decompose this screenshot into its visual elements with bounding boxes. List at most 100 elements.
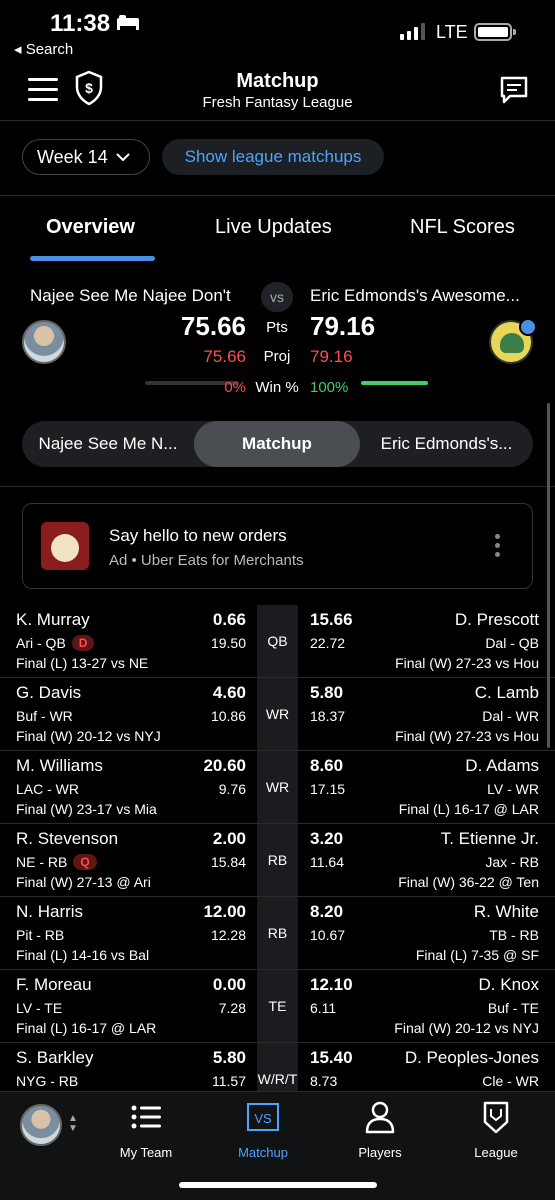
tab-nfl-scores[interactable]: NFL Scores bbox=[410, 216, 515, 239]
right-player-score: 12.10 bbox=[310, 975, 353, 994]
left-player-name[interactable]: R. Stevenson bbox=[16, 829, 118, 849]
left-player-name[interactable]: N. Harris bbox=[16, 902, 83, 922]
segment-matchup[interactable]: Matchup bbox=[194, 421, 360, 467]
status-bar: 11:38 ◂ Search LTE bbox=[0, 0, 555, 64]
right-team-avatar[interactable] bbox=[489, 318, 537, 364]
ad-banner[interactable]: Say hello to new orders Ad • Uber Eats f… bbox=[22, 503, 533, 589]
matchup-row[interactable]: K. Murray Ari - QB D Final (L) 13-27 vs NE 0… bbox=[0, 605, 555, 678]
matchup-row[interactable]: F. Moreau LV - TE Final (L) 16-17 @ LAR 0.0… bbox=[0, 970, 555, 1043]
left-player-game-status: Final (W) 23-17 vs Mia bbox=[16, 801, 157, 817]
ad-title: Say hello to new orders bbox=[109, 526, 287, 545]
left-player-projection: 7.28 bbox=[218, 1000, 246, 1016]
right-player-projection: 11.64 bbox=[310, 854, 344, 870]
right-player-game-status: Final (W) 27-23 vs Hou bbox=[395, 655, 539, 671]
left-player-team-text: NE - RB bbox=[16, 854, 68, 870]
more-options-icon[interactable] bbox=[495, 534, 501, 560]
right-player-team: Jax - RB bbox=[485, 854, 539, 870]
nav-matchup[interactable]: VS Matchup bbox=[213, 1100, 313, 1160]
right-player-score: 5.80 bbox=[310, 683, 344, 702]
sleep-focus-icon bbox=[117, 15, 139, 30]
network-label: LTE bbox=[436, 22, 468, 42]
right-player-game-status: Final (W) 36-22 @ Ten bbox=[398, 874, 539, 890]
segment-right-team[interactable]: Eric Edmonds's... bbox=[360, 421, 533, 467]
left-player-name[interactable]: S. Barkley bbox=[16, 1048, 93, 1068]
tab-overview[interactable]: Overview bbox=[46, 216, 135, 239]
left-player-team: NYG - RB bbox=[16, 1073, 78, 1089]
left-player-name[interactable]: F. Moreau bbox=[16, 975, 92, 995]
left-player-game-status: Final (L) 14-16 vs Bal bbox=[16, 947, 150, 963]
left-player-game-status: Final (W) 20-12 vs NYJ bbox=[16, 728, 161, 744]
nav-players[interactable]: Players bbox=[330, 1100, 430, 1160]
battery-icon bbox=[474, 23, 516, 41]
right-player-projection: 8.73 bbox=[310, 1073, 338, 1089]
team-switcher-avatar[interactable] bbox=[20, 1104, 62, 1146]
tab-bar: Overview Live Updates NFL Scores bbox=[0, 212, 555, 262]
player-rows: K. Murray Ari - QB D Final (L) 13-27 vs NE 0… bbox=[0, 605, 555, 1091]
ad-subtitle: Ad • Uber Eats for Merchants bbox=[109, 552, 304, 569]
matchup-row[interactable]: G. Davis Buf - WR Final (W) 20-12 vs NYJ 4.… bbox=[0, 678, 555, 751]
vs-badge: vs bbox=[261, 282, 293, 312]
right-player-team: Dal - WR bbox=[482, 708, 539, 724]
right-player-name[interactable]: D. Adams bbox=[465, 756, 539, 776]
right-player-name[interactable]: C. Lamb bbox=[475, 683, 539, 703]
tab-live-updates[interactable]: Live Updates bbox=[215, 216, 332, 239]
left-player-score: 2.00 bbox=[212, 829, 246, 848]
nav-label: League bbox=[474, 1145, 518, 1160]
left-player-team: LAC - WR bbox=[16, 781, 79, 797]
right-player-team: TB - RB bbox=[489, 927, 539, 943]
matchup-row[interactable]: R. Stevenson NE - RB Q Final (W) 27-13 @ Ar… bbox=[0, 824, 555, 897]
right-team-points: 79.16 bbox=[310, 311, 376, 341]
left-player-score: 0.66 bbox=[212, 610, 246, 629]
projected-label: Proj bbox=[263, 348, 291, 365]
left-team-name[interactable]: Najee See Me Najee Don't bbox=[30, 286, 231, 306]
right-player-score: 15.66 bbox=[310, 610, 353, 629]
trophy-shield-icon bbox=[483, 1101, 509, 1134]
right-player-name[interactable]: D. Prescott bbox=[455, 610, 539, 630]
roster-view-segment: Najee See Me N... Matchup Eric Edmonds's… bbox=[22, 421, 533, 467]
nav-my-team[interactable]: My Team bbox=[96, 1100, 196, 1160]
matchup-row[interactable]: N. Harris Pit - RB Final (L) 14-16 vs Bal 1… bbox=[0, 897, 555, 970]
divider bbox=[0, 120, 555, 121]
left-player-team: LV - TE bbox=[16, 1000, 62, 1016]
left-player-team-text: LAC - WR bbox=[16, 781, 79, 797]
scrollbar[interactable] bbox=[547, 403, 550, 748]
right-player-game-status: Final (W) 27-23 vs Hou bbox=[395, 728, 539, 744]
week-selector[interactable]: Week 14 bbox=[22, 139, 150, 175]
left-team-points: 75.66 bbox=[180, 311, 246, 341]
left-player-team: Buf - WR bbox=[16, 708, 73, 724]
win-pct-label: Win % bbox=[255, 379, 299, 396]
position-label: W/R/T bbox=[257, 1071, 298, 1087]
left-team-avatar[interactable] bbox=[22, 320, 66, 364]
clock: 11:38 bbox=[50, 10, 111, 37]
chat-icon[interactable] bbox=[498, 74, 530, 106]
matchup-row[interactable]: S. Barkley NYG - RB 5.80 11.57 W/R/T 15.40 8.7… bbox=[0, 1043, 555, 1091]
matchup-row[interactable]: M. Williams LAC - WR Final (W) 23-17 vs Mi… bbox=[0, 751, 555, 824]
left-player-name[interactable]: M. Williams bbox=[16, 756, 103, 776]
right-player-team: Cle - WR bbox=[482, 1073, 539, 1089]
back-to-search-link[interactable]: ◂ Search bbox=[14, 40, 73, 58]
left-player-team-text: Buf - WR bbox=[16, 708, 73, 724]
right-player-name[interactable]: D. Knox bbox=[479, 975, 539, 995]
right-player-name[interactable]: T. Etienne Jr. bbox=[441, 829, 539, 849]
right-player-team: LV - WR bbox=[487, 781, 539, 797]
left-player-game-status: Final (W) 27-13 @ Ari bbox=[16, 874, 151, 890]
left-player-name[interactable]: K. Murray bbox=[16, 610, 90, 630]
right-player-game-status: Final (L) 7-35 @ SF bbox=[415, 947, 539, 963]
switcher-caret-icon[interactable]: ▲ ▼ bbox=[68, 1114, 78, 1134]
show-league-matchups-button[interactable]: Show league matchups bbox=[162, 139, 384, 175]
right-player-score: 3.20 bbox=[310, 829, 344, 848]
svg-text:VS: VS bbox=[254, 1111, 272, 1126]
left-player-team: NE - RB Q bbox=[16, 854, 97, 870]
right-team-name[interactable]: Eric Edmonds's Awesome... bbox=[310, 286, 520, 306]
left-player-name[interactable]: G. Davis bbox=[16, 683, 81, 703]
right-player-team: Dal - QB bbox=[485, 635, 539, 651]
left-player-score: 5.80 bbox=[212, 1048, 246, 1067]
segment-left-team[interactable]: Najee See Me N... bbox=[22, 421, 194, 467]
week-label: Week 14 bbox=[37, 146, 108, 167]
right-player-projection: 10.67 bbox=[310, 927, 346, 943]
right-player-name[interactable]: R. White bbox=[474, 902, 539, 922]
left-team-projected: 75.66 bbox=[203, 347, 246, 366]
left-player-score: 4.60 bbox=[212, 683, 246, 702]
right-player-name[interactable]: D. Peoples-Jones bbox=[405, 1048, 539, 1068]
nav-league[interactable]: League bbox=[446, 1100, 546, 1160]
